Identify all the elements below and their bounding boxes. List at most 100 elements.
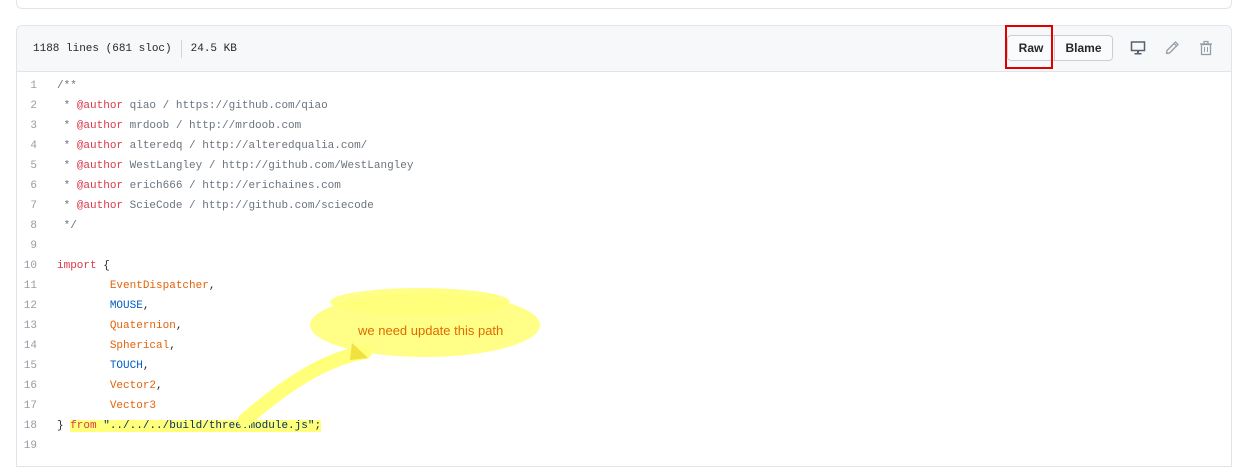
highlighted-path: from "../../../build/three.module.js"; <box>70 420 322 432</box>
code-line: 7 * @author ScieCode / http://github.com… <box>17 196 1231 216</box>
line-number[interactable]: 8 <box>17 216 57 236</box>
code-text: * @author WestLangley / http://github.co… <box>57 156 414 176</box>
from-keyword: from <box>70 420 97 432</box>
trash-icon[interactable] <box>1197 39 1215 57</box>
code-text: Vector2, <box>57 376 163 396</box>
raw-button[interactable]: Raw <box>1005 25 1055 69</box>
comment-prefix: * <box>57 160 77 172</box>
line-number[interactable]: 1 <box>17 76 57 96</box>
line-number[interactable]: 16 <box>17 376 57 396</box>
code-line: 6 * @author erich666 / http://erichaines… <box>17 176 1231 196</box>
file-actions: Raw Blame <box>1005 25 1215 69</box>
author-tag: @author <box>76 200 124 212</box>
comment-rest: mrdoob / http://mrdoob.com <box>123 120 302 132</box>
line-number[interactable]: 2 <box>17 96 57 116</box>
code-line: 16 Vector2, <box>17 376 1231 396</box>
file-header: 1188 lines (681 sloc) 24.5 KB Raw Blame <box>17 25 1231 72</box>
code-line: 18 } from "../../../build/three.module.j… <box>17 416 1231 436</box>
import-name: EventDispatcher <box>109 280 209 292</box>
comment-prefix: * <box>57 140 77 152</box>
line-number[interactable]: 19 <box>17 436 57 456</box>
comma: , <box>142 360 150 372</box>
line-number[interactable]: 7 <box>17 196 57 216</box>
import-path-string: "../../../build/three.module.js" <box>103 420 315 432</box>
code-line: 3 * @author mrdoob / http://mrdoob.com <box>17 116 1231 136</box>
import-keyword: import <box>57 260 97 272</box>
file-info: 1188 lines (681 sloc) 24.5 KB <box>33 40 237 58</box>
line-number[interactable]: 9 <box>17 236 57 256</box>
line-number[interactable]: 10 <box>17 256 57 276</box>
comma: , <box>208 280 216 292</box>
line-number[interactable]: 6 <box>17 176 57 196</box>
close-brace: } <box>57 420 71 432</box>
comment-prefix: * <box>57 120 77 132</box>
code-line: 5 * @author WestLangley / http://github.… <box>17 156 1231 176</box>
code-text: * @author erich666 / http://erichaines.c… <box>57 176 341 196</box>
code-text: MOUSE, <box>57 296 150 316</box>
author-tag: @author <box>76 180 124 192</box>
semicolon: ; <box>314 420 322 432</box>
code-text: TOUCH, <box>57 356 150 376</box>
code-text: * @author qiao / https://github.com/qiao <box>57 96 328 116</box>
import-name: Spherical <box>109 340 170 352</box>
import-name: MOUSE <box>109 300 143 312</box>
comma: , <box>175 320 183 332</box>
comma: , <box>142 300 150 312</box>
line-number[interactable]: 11 <box>17 276 57 296</box>
author-tag: @author <box>76 120 124 132</box>
open-brace: { <box>96 260 110 272</box>
code-text: Vector3 <box>57 396 156 416</box>
code-text: * @author mrdoob / http://mrdoob.com <box>57 116 302 136</box>
code-line: 12 MOUSE, <box>17 296 1231 316</box>
code-text: /** <box>57 80 77 92</box>
line-number[interactable]: 5 <box>17 156 57 176</box>
code-line: 10 import { <box>17 256 1231 276</box>
comment-rest: ScieCode / http://github.com/sciecode <box>123 200 374 212</box>
code-line: 11 EventDispatcher, <box>17 276 1231 296</box>
line-number[interactable]: 15 <box>17 356 57 376</box>
comma: , <box>169 340 176 352</box>
blame-button[interactable]: Blame <box>1055 35 1113 61</box>
file-viewer: 1188 lines (681 sloc) 24.5 KB Raw Blame <box>16 25 1232 467</box>
author-tag: @author <box>76 140 124 152</box>
author-tag: @author <box>76 160 124 172</box>
file-size: 24.5 KB <box>190 43 237 55</box>
line-number[interactable]: 4 <box>17 136 57 156</box>
line-number[interactable]: 13 <box>17 316 57 336</box>
raw-blame-group: Raw Blame <box>1005 25 1113 69</box>
author-tag: @author <box>76 100 124 112</box>
line-number[interactable]: 12 <box>17 296 57 316</box>
code-line: 1 /** <box>17 76 1231 96</box>
code-text: Spherical, <box>57 336 176 356</box>
comment-rest: WestLangley / http://github.com/WestLang… <box>123 160 414 172</box>
pencil-icon[interactable] <box>1163 39 1181 57</box>
info-divider <box>180 40 182 58</box>
line-number[interactable]: 14 <box>17 336 57 356</box>
raw-button-label: Raw <box>1018 41 1044 55</box>
line-number[interactable]: 3 <box>17 116 57 136</box>
import-name: Vector2 <box>109 380 157 392</box>
code-line: 15 TOUCH, <box>17 356 1231 376</box>
annotation-text: we need update this path <box>358 323 504 338</box>
code-line: 17 Vector3 <box>17 396 1231 416</box>
code-text: } from "../../../build/three.module.js"; <box>57 416 322 436</box>
line-number[interactable]: 18 <box>17 416 57 436</box>
code-line: 19 <box>17 436 1231 456</box>
code-text: EventDispatcher, <box>57 276 216 296</box>
code-line: 4 * @author alteredq / http://alteredqua… <box>17 136 1231 156</box>
code-text: Quaternion, <box>57 316 183 336</box>
previous-panel-edge <box>16 0 1232 9</box>
code-line: 2 * @author qiao / https://github.com/qi… <box>17 96 1231 116</box>
code-text: * @author alteredq / http://alteredquali… <box>57 136 368 156</box>
line-number[interactable]: 17 <box>17 396 57 416</box>
code-line: 13 Quaternion, <box>17 316 1231 336</box>
import-name: Vector3 <box>109 400 157 412</box>
import-name: TOUCH <box>109 360 143 372</box>
code-line: 9 <box>17 236 1231 256</box>
comment-rest: qiao / https://github.com/qiao <box>123 100 328 112</box>
desktop-icon[interactable] <box>1129 39 1147 57</box>
comma: , <box>156 380 163 392</box>
comment-rest: erich666 / http://erichaines.com <box>123 180 341 192</box>
comment-prefix: * <box>57 180 77 192</box>
code-text: import { <box>57 256 110 276</box>
